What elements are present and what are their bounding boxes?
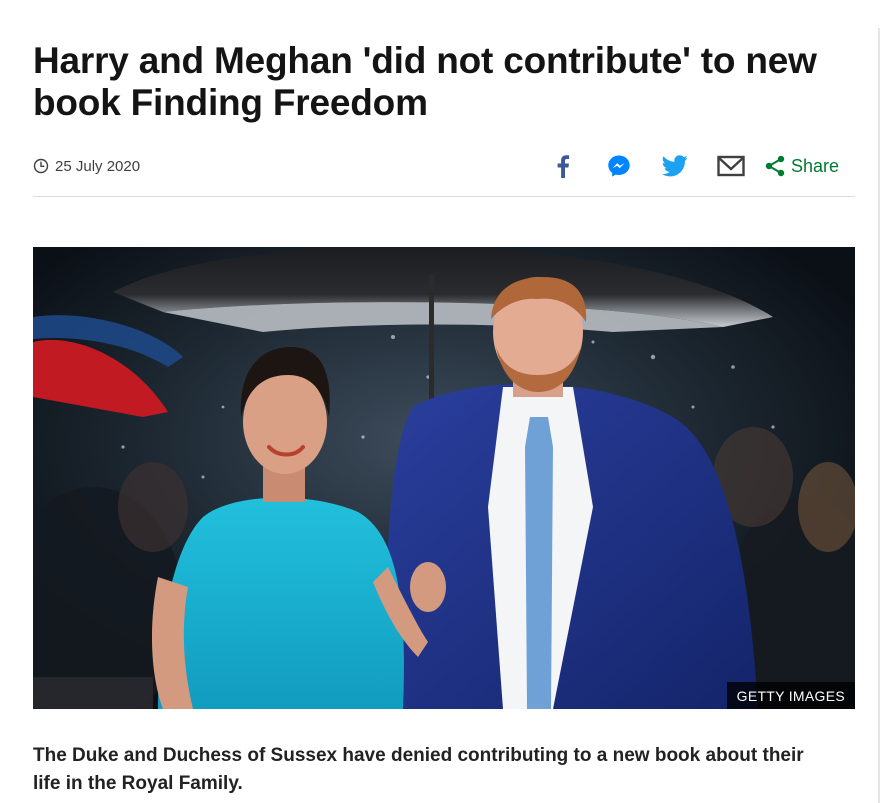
twitter-share-button[interactable] <box>647 146 703 186</box>
date-text: 25 July 2020 <box>55 157 141 175</box>
messenger-icon <box>608 155 630 177</box>
clock-icon <box>33 158 49 174</box>
email-icon <box>717 155 745 177</box>
twitter-icon <box>661 155 688 177</box>
article-date: 25 July 2020 <box>33 158 140 175</box>
share-button[interactable]: Share <box>759 146 855 186</box>
share-tools: Share <box>535 146 855 186</box>
share-label: Share <box>790 155 839 176</box>
share-icon <box>765 155 785 177</box>
facebook-share-button[interactable] <box>535 146 591 186</box>
image-credit: GETTY IMAGES <box>726 682 855 709</box>
facebook-icon <box>557 155 570 178</box>
messenger-share-button[interactable] <box>591 146 647 186</box>
article-header: Harry and Meghan 'did not contribute' to… <box>33 40 855 197</box>
hero-image[interactable]: GETTY IMAGES <box>33 247 855 709</box>
article-meta-row: 25 July 2020 Share <box>33 136 855 197</box>
email-share-button[interactable] <box>703 146 759 186</box>
article-intro: The Duke and Duchess of Sussex have deni… <box>33 745 804 794</box>
article-page: Harry and Meghan 'did not contribute' to… <box>0 0 880 803</box>
article-headline: Harry and Meghan 'did not contribute' to… <box>33 40 817 123</box>
couple-under-umbrella-photo <box>33 247 855 709</box>
